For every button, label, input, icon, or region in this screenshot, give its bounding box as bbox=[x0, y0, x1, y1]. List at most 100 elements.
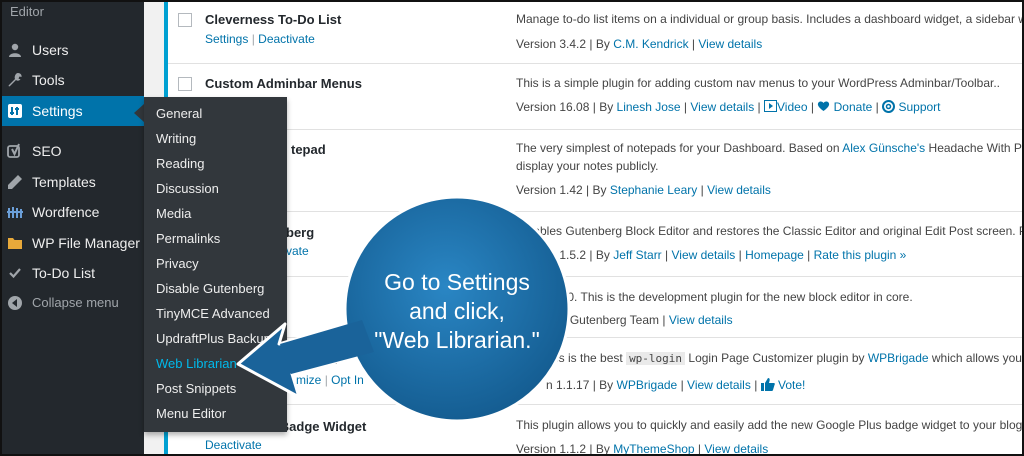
opt-in-link[interactable]: Opt In bbox=[331, 373, 364, 387]
submenu-item-post-snippets[interactable]: Post Snippets bbox=[156, 376, 287, 401]
author-link[interactable]: WPBrigade bbox=[868, 351, 929, 365]
sidebar-item-tools[interactable]: Tools bbox=[2, 65, 144, 95]
customize-link[interactable]: mize bbox=[296, 373, 321, 387]
author-link[interactable]: Stephanie Leary bbox=[610, 183, 697, 197]
plugin-row: Cleverness To-Do List Settings | Deactiv… bbox=[168, 2, 1022, 64]
plugin-name: berg bbox=[286, 225, 315, 240]
plugin-row: since 1440. This is the development plug… bbox=[168, 277, 1022, 338]
deactivate-link[interactable]: Deactivate bbox=[205, 438, 262, 452]
plugin-row: Custom Adminbar Menus This is a simple p… bbox=[168, 64, 1022, 130]
screenshot-frame: Cleverness To-Do List Settings | Deactiv… bbox=[0, 0, 1024, 456]
sidebar-item-label: Users bbox=[32, 42, 69, 58]
settings-submenu: General Writing Reading Discussion Media… bbox=[144, 97, 287, 432]
author-link[interactable]: Jeff Starr bbox=[613, 248, 661, 262]
submenu-item-web-librarian[interactable]: Web Librarian bbox=[156, 351, 287, 376]
submenu-item-general[interactable]: General bbox=[156, 101, 287, 126]
sidebar-item-users[interactable]: Users bbox=[2, 35, 144, 65]
submenu-item-permalinks[interactable]: Permalinks bbox=[156, 226, 287, 251]
sidebar-item-seo[interactable]: SEO bbox=[2, 136, 144, 166]
view-details-link[interactable]: View details bbox=[707, 183, 771, 197]
plugin-row: us Badge Widget Deactivate This plugin a… bbox=[168, 405, 1024, 456]
plugins-table: Cleverness To-Do List Settings | Deactiv… bbox=[164, 2, 1024, 456]
vote-label: Vote! bbox=[778, 378, 806, 392]
thumbs-up-icon bbox=[760, 378, 775, 391]
collapse-menu-button[interactable]: Collapse menu bbox=[2, 288, 144, 318]
by-label: By bbox=[599, 378, 614, 392]
submenu-item-reading[interactable]: Reading bbox=[156, 151, 287, 176]
submenu-item-disable-gutenberg[interactable]: Disable Gutenberg bbox=[156, 276, 287, 301]
submenu-item-media[interactable]: Media bbox=[156, 201, 287, 226]
plugin-name: tepad bbox=[291, 142, 326, 157]
submenu-item-menu-editor[interactable]: Menu Editor bbox=[156, 401, 287, 426]
sidebar-item-templates[interactable]: Templates bbox=[2, 167, 144, 197]
author-link[interactable]: C.M. Kendrick bbox=[613, 37, 688, 51]
submenu-item-writing[interactable]: Writing bbox=[156, 126, 287, 151]
plugin-description: The very simplest of notepads for your D… bbox=[516, 139, 1022, 175]
admin-sidebar: Editor Users Tools Settings SEO Template… bbox=[2, 2, 144, 454]
collapse-icon bbox=[8, 296, 22, 310]
plugin-checkbox[interactable] bbox=[178, 13, 192, 27]
view-details-link[interactable]: View details bbox=[669, 313, 733, 327]
sidebar-item-editor[interactable]: Editor bbox=[10, 4, 44, 19]
settings-link[interactable]: Settings bbox=[205, 32, 248, 46]
sidebar-item-wordfence[interactable]: Wordfence bbox=[2, 197, 144, 227]
plugin-description: Manage to-do list items on a individual … bbox=[516, 12, 1024, 26]
support-link[interactable]: Support bbox=[882, 100, 941, 114]
plugin-checkbox[interactable] bbox=[178, 77, 192, 91]
plugin-row: izing L mize | Opt In ess is the best wp… bbox=[168, 338, 1022, 405]
plugin-name: Custom Adminbar Menus bbox=[205, 76, 362, 91]
donate-label: Donate bbox=[833, 100, 873, 114]
submenu-item-tinymce-advanced[interactable]: TinyMCE Advanced bbox=[156, 301, 287, 326]
plugin-version: Version 16.08 bbox=[516, 100, 590, 114]
rate-plugin-link[interactable]: Rate this plugin » bbox=[814, 248, 907, 262]
video-icon bbox=[764, 100, 778, 112]
sidebar-item-label: SEO bbox=[32, 143, 62, 159]
sidebar-item-label: Collapse menu bbox=[32, 295, 119, 310]
heart-icon bbox=[818, 101, 830, 111]
sidebar-item-wp-file-manager[interactable]: WP File Manager bbox=[2, 228, 144, 258]
users-icon bbox=[9, 43, 21, 57]
plugin-meta: Version 1.5.2 | By Jeff Starr | View det… bbox=[516, 248, 907, 262]
vote-link[interactable]: Vote! bbox=[760, 378, 806, 392]
support-label: Support bbox=[898, 100, 941, 114]
view-details-link[interactable]: View details bbox=[698, 37, 762, 51]
plugin-version: 4.7.0 bbox=[516, 313, 543, 327]
author-link[interactable]: WPBrigade bbox=[617, 378, 678, 392]
submenu-item-discussion[interactable]: Discussion bbox=[156, 176, 287, 201]
plugin-actions: mize | Opt In bbox=[296, 373, 364, 387]
view-details-link[interactable]: View details bbox=[671, 248, 735, 262]
settings-icon bbox=[8, 104, 22, 118]
plugin-meta: 4.7.0 | By Gutenberg Team | View details bbox=[516, 313, 733, 327]
plugin-actions: Deactivate bbox=[205, 438, 262, 452]
submenu-item-privacy[interactable]: Privacy bbox=[156, 251, 287, 276]
wordfence-icon bbox=[7, 207, 23, 218]
video-link[interactable]: Video bbox=[764, 100, 808, 114]
folder-icon bbox=[8, 238, 22, 249]
submenu-item-updraftplus-backups[interactable]: UpdraftPlus Backups bbox=[156, 326, 287, 351]
view-details-link[interactable]: View details bbox=[704, 442, 768, 454]
donate-link[interactable]: Donate bbox=[817, 100, 872, 114]
sidebar-item-label: To-Do List bbox=[32, 265, 96, 281]
description-text: The very simplest of notepads for your D… bbox=[516, 141, 840, 155]
view-details-link[interactable]: View details bbox=[690, 100, 754, 114]
sidebar-item-label: Templates bbox=[32, 174, 96, 190]
plugin-description: This plugin allows you to quickly and ea… bbox=[516, 418, 1024, 432]
deactivate-link[interactable]: vate bbox=[286, 244, 309, 258]
deactivate-link[interactable]: Deactivate bbox=[258, 32, 315, 46]
plugin-description: Disables Gutenberg Block Editor and rest… bbox=[516, 224, 1024, 238]
view-details-link[interactable]: View details bbox=[687, 378, 751, 392]
lifebuoy-icon bbox=[882, 100, 896, 113]
author-link[interactable]: MyThemeShop bbox=[613, 442, 694, 454]
sidebar-item-to-do-list[interactable]: To-Do List bbox=[2, 258, 144, 288]
by-label: By bbox=[595, 248, 610, 262]
homepage-link[interactable]: Homepage bbox=[745, 248, 804, 262]
plugin-version: n 1.1.17 bbox=[546, 378, 590, 392]
author-link[interactable]: Alex Günsche's bbox=[842, 141, 925, 155]
description-text: display your notes publicly. bbox=[516, 159, 659, 173]
author-link[interactable]: Linesh Jose bbox=[617, 100, 681, 114]
plugin-meta: Version 1.42 | By Stephanie Leary | View… bbox=[516, 183, 771, 197]
sidebar-item-settings[interactable]: Settings bbox=[2, 96, 144, 126]
plugin-version: Version 1.5.2 bbox=[516, 248, 587, 262]
plugin-name: izing L bbox=[296, 352, 338, 367]
by-label: By bbox=[595, 442, 610, 456]
